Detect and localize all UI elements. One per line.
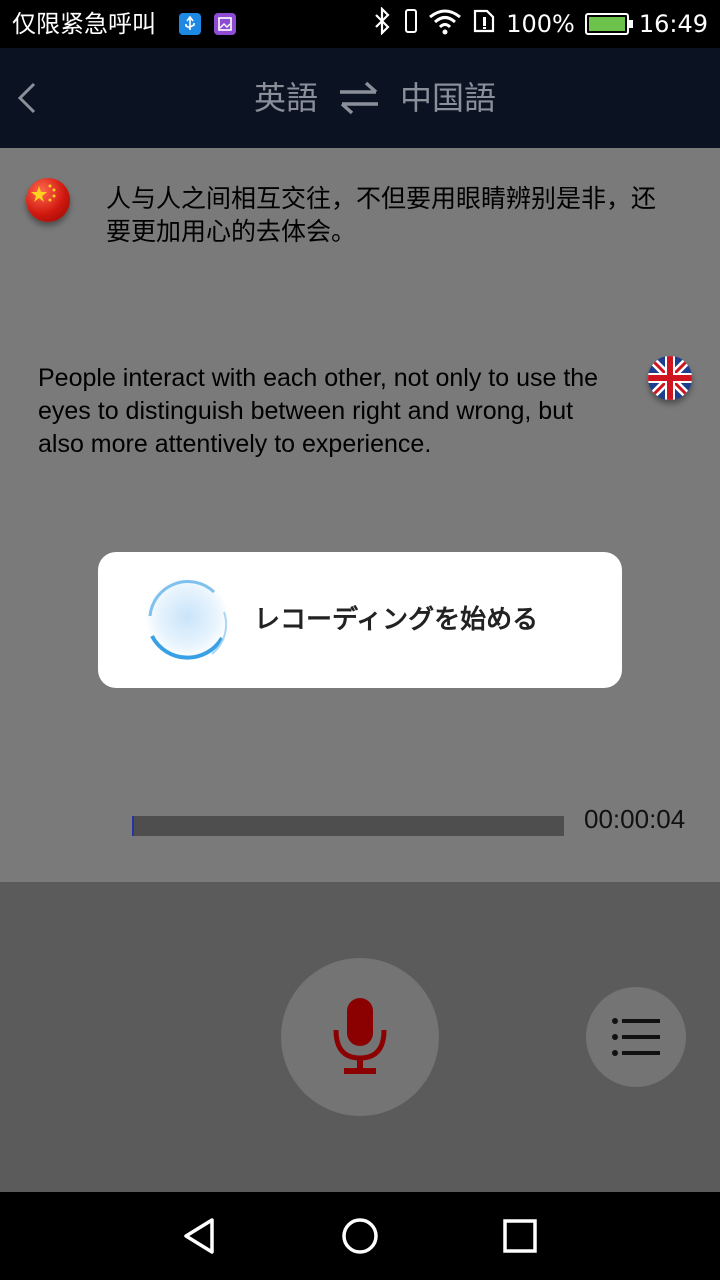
source-language[interactable]: 英語 <box>254 78 318 118</box>
microphone-button[interactable] <box>281 958 439 1116</box>
recording-spinner-icon <box>142 576 232 666</box>
clock: 16:49 <box>638 10 708 38</box>
battery-percent: 100% <box>506 10 575 38</box>
status-bar: 仅限紧急呼叫 100% 16:49 <box>0 0 720 48</box>
vibrate-icon <box>404 7 418 41</box>
recording-message: レコーディングを始める <box>254 605 539 635</box>
uk-flag-icon <box>648 356 692 400</box>
system-nav-bar <box>0 1192 720 1280</box>
wifi-icon <box>428 7 462 41</box>
microphone-icon <box>330 996 390 1082</box>
battery-icon <box>584 13 633 35</box>
china-flag-icon <box>26 178 70 222</box>
menu-icon <box>612 1018 662 1060</box>
bottom-controls <box>0 882 720 1192</box>
source-message: 人与人之间相互交往，不但要用眼睛辨别是非，还要更加用心的去体会。 <box>106 184 657 246</box>
back-triangle-icon[interactable] <box>178 1214 222 1258</box>
target-language[interactable]: 中国語 <box>400 78 496 118</box>
playback-progress[interactable] <box>132 816 564 836</box>
menu-button[interactable] <box>586 987 686 1087</box>
usb-icon <box>179 13 201 35</box>
conversation-area: 人与人之间相互交往，不但要用眼睛辨别是非，还要更加用心的去体会。 People … <box>0 148 720 882</box>
gallery-icon <box>214 13 236 35</box>
recents-square-icon[interactable] <box>498 1214 542 1258</box>
playback-progress-fill <box>132 816 134 836</box>
carrier-label: 仅限紧急呼叫 <box>12 10 156 38</box>
recording-dialog: レコーディングを始める <box>98 552 622 688</box>
playback-time: 00:00:04 <box>584 804 686 834</box>
app-header: 英語 中国語 <box>0 48 720 148</box>
bluetooth-icon <box>372 6 394 41</box>
swap-icon[interactable] <box>336 78 382 118</box>
status-right: 100% 16:49 <box>372 6 708 41</box>
translated-message: People interact with each other, not onl… <box>38 364 599 458</box>
sim-icon <box>472 7 496 41</box>
back-icon[interactable] <box>10 78 50 118</box>
home-circle-icon[interactable] <box>338 1214 382 1258</box>
